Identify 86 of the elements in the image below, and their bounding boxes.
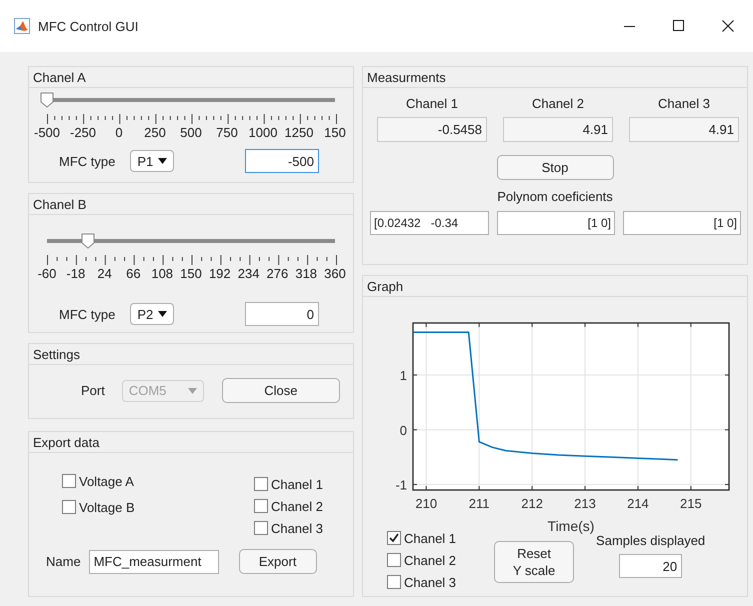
panel-title: Settings bbox=[33, 347, 80, 362]
name-label: Name bbox=[46, 554, 81, 569]
tick-label: 234 bbox=[238, 266, 260, 281]
reset-y-scale-button[interactable]: Reset Y scale bbox=[494, 541, 574, 583]
x-tick-label: 215 bbox=[680, 496, 702, 511]
x-axis-label: Time(s) bbox=[548, 518, 594, 534]
coefficient-field[interactable]: [1 0] bbox=[623, 211, 741, 235]
reading-field: 4.91 bbox=[503, 117, 613, 142]
checkbox-label: Chanel 2 bbox=[404, 552, 456, 568]
export-button[interactable]: Export bbox=[238, 549, 317, 574]
y-tick-label: -1 bbox=[395, 478, 407, 493]
tick-label: -60 bbox=[38, 266, 56, 281]
checkbox[interactable] bbox=[387, 575, 401, 589]
checkbox-label: Chanel 3 bbox=[270, 520, 323, 536]
tick-label: 150 bbox=[180, 266, 202, 281]
x-tick-label: 212 bbox=[521, 496, 543, 511]
tick-label: 1250 bbox=[284, 125, 314, 140]
mfc-type-dropdown[interactable]: P1 bbox=[130, 150, 174, 172]
panel-title: Export data bbox=[33, 435, 100, 450]
checkbox-label: Chanel 2 bbox=[270, 498, 323, 514]
maximize-icon[interactable] bbox=[673, 20, 685, 32]
checkbox[interactable] bbox=[254, 521, 268, 535]
x-tick-label: 211 bbox=[468, 496, 490, 511]
tick-label: -18 bbox=[66, 266, 86, 281]
tick-label: 0 bbox=[115, 125, 123, 140]
checkbox[interactable] bbox=[254, 499, 268, 513]
channel-label: Chanel 2 bbox=[530, 96, 586, 111]
tick-label: -250 bbox=[70, 125, 96, 140]
window-title: MFC Control GUI bbox=[38, 18, 138, 34]
tick-label: 360 bbox=[324, 266, 346, 281]
checkbox[interactable] bbox=[254, 477, 268, 491]
tick-label: 750 bbox=[216, 125, 238, 140]
checkbox-label: Chanel 3 bbox=[404, 574, 456, 590]
tick-label: 108 bbox=[151, 266, 174, 281]
app-icon bbox=[14, 18, 30, 34]
mfc-type-label: MFC type bbox=[59, 154, 116, 168]
slider-thumb[interactable] bbox=[40, 92, 54, 108]
samples-label: Samples displayed bbox=[596, 533, 706, 548]
checkbox[interactable] bbox=[387, 553, 401, 567]
caret-icon bbox=[158, 158, 168, 164]
tick-label: 500 bbox=[180, 125, 202, 140]
tick-label: 1000 bbox=[248, 125, 278, 140]
checkbox-label: Chanel 1 bbox=[404, 530, 456, 546]
tick-label: 250 bbox=[144, 125, 166, 140]
reading-field: -0.5458 bbox=[377, 117, 487, 142]
name-field[interactable]: MFC_measurment bbox=[88, 550, 219, 574]
x-tick-label: 213 bbox=[574, 496, 596, 511]
tick-label: 192 bbox=[208, 266, 231, 281]
y-tick-label: 1 bbox=[400, 368, 407, 384]
tick-label: 318 bbox=[295, 266, 318, 281]
close-icon[interactable] bbox=[722, 20, 734, 32]
checkbox-label: Voltage A bbox=[79, 474, 134, 488]
x-tick-label: 210 bbox=[415, 496, 438, 511]
port-label: Port bbox=[81, 383, 105, 398]
panel-title: Chanel A bbox=[33, 70, 86, 85]
checkbox-label: Voltage B bbox=[79, 500, 135, 514]
channel-label: Chanel 1 bbox=[404, 96, 460, 111]
tick-label: 66 bbox=[126, 266, 141, 281]
checkbox[interactable] bbox=[387, 531, 401, 545]
y-tick-label: 0 bbox=[400, 422, 407, 438]
panel-title: Graph bbox=[367, 279, 404, 294]
panel-title: Measurments bbox=[367, 70, 446, 85]
mfc-type-label: MFC type bbox=[59, 306, 116, 322]
reading-field: 4.91 bbox=[629, 117, 739, 142]
value-field[interactable]: 0 bbox=[245, 302, 319, 326]
checkbox[interactable] bbox=[62, 500, 76, 514]
panel-title: Chanel B bbox=[33, 197, 86, 212]
checkbox[interactable] bbox=[62, 474, 76, 488]
tick-label: 24 bbox=[97, 266, 112, 281]
channel-label: Chanel 3 bbox=[656, 96, 712, 111]
caret-icon bbox=[188, 388, 197, 394]
close-button[interactable]: Close bbox=[222, 378, 340, 403]
tick-label: 276 bbox=[266, 266, 288, 281]
x-tick-label: 214 bbox=[627, 496, 649, 511]
caret-icon bbox=[158, 311, 168, 317]
checkbox-label: Chanel 1 bbox=[270, 476, 323, 492]
samples-field[interactable]: 20 bbox=[619, 554, 682, 578]
tick-label: 150 bbox=[324, 125, 346, 140]
value-field[interactable]: -500 bbox=[245, 149, 319, 173]
polynom-label: Polynom coeficients bbox=[497, 189, 613, 204]
coefficient-field[interactable]: [1 0] bbox=[497, 211, 615, 235]
stop-button[interactable]: Stop bbox=[496, 155, 614, 180]
slider-thumb[interactable] bbox=[81, 233, 96, 249]
coefficient-field[interactable]: [0.02432 -0.34 bbox=[370, 211, 489, 235]
tick-label: -500 bbox=[34, 125, 60, 140]
mfc-type-dropdown[interactable]: P2 bbox=[130, 303, 174, 325]
